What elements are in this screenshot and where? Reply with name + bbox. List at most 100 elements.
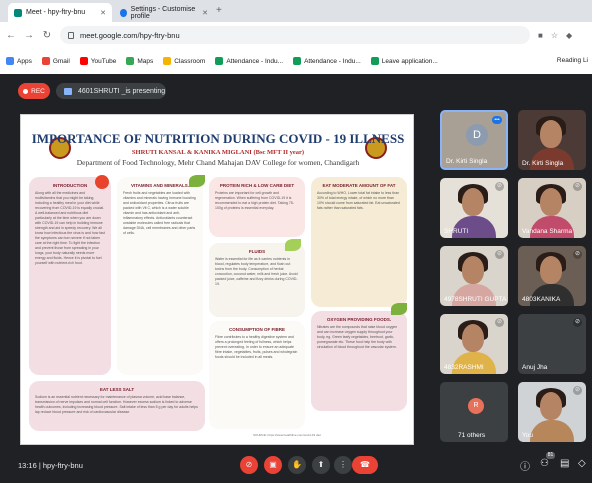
reload-icon[interactable]: ↻: [40, 30, 54, 41]
bookmark-maps[interactable]: Maps: [126, 57, 153, 65]
mic-off-icon: ⊘: [573, 318, 582, 327]
url-input[interactable]: meet.google.com/hpy-ftry-bnu: [60, 26, 530, 44]
address-bar: ← → ↻ meet.google.com/hpy-ftry-bnu ■ ☆ ◆: [0, 22, 592, 48]
reading-list-button[interactable]: Reading Li: [557, 57, 588, 64]
participant-tile[interactable]: ⊘ 4978SHRUTI GUPTA: [440, 246, 508, 306]
present-screen-icon: [64, 87, 72, 95]
section-text: Proteins are important for cell growth a…: [215, 191, 294, 210]
section-introduction: INTRODUCTION Along with all the medicine…: [29, 177, 111, 375]
browser-chrome: Meet - hpy-ftry-bnu ✕ Settings - Customi…: [0, 0, 592, 74]
forward-arrow-icon[interactable]: →: [22, 30, 36, 41]
apps-grid-icon: [6, 57, 14, 65]
sheets-icon: [370, 57, 379, 65]
participant-name: Anuj Jha: [522, 364, 548, 371]
mic-off-button[interactable]: ⊘: [240, 456, 258, 474]
presentation-slide: IMPORTANCE OF NUTRITION DURING COVID - 1…: [20, 114, 414, 445]
section-oxygen: OXYGEN PROVIDING FOODS. Nitrates are the…: [311, 311, 407, 411]
avatar: D: [466, 124, 488, 146]
participant-tile[interactable]: ⊘ 4832RASHMI: [440, 314, 508, 374]
section-title: EAT MODERATE AMOUNT OF FAT: [322, 183, 396, 188]
people-icon[interactable]: ⚇: [540, 458, 549, 469]
section-vitamins: VITAMINS AND MINERALS. Fresh fruits and …: [117, 177, 203, 375]
participant-name: 4978SHRUTI GUPTA: [444, 296, 507, 303]
section-title: EAT LESS SALT: [99, 387, 135, 392]
presenting-banner[interactable]: 4601SHRUTI _is presenting: [56, 83, 166, 99]
youtube-icon: [79, 57, 88, 65]
mic-off-icon: ⊘: [573, 386, 582, 395]
participant-name: You: [522, 432, 533, 439]
raise-hand-button[interactable]: ✋: [288, 456, 306, 474]
mic-off-icon: ⊘: [495, 250, 504, 259]
others-tile[interactable]: R 71 others: [440, 382, 508, 442]
info-icon[interactable]: ⓘ: [520, 458, 530, 473]
present-button[interactable]: ⬆: [312, 456, 330, 474]
camera-icon[interactable]: ■: [538, 31, 543, 40]
section-text: Water is essential for life as it carrie…: [215, 257, 298, 286]
participant-name: Vandana Sharma: [522, 228, 573, 235]
recording-badge: REC: [18, 83, 50, 99]
camera-off-button[interactable]: ▣: [264, 456, 282, 474]
activities-icon[interactable]: ◇: [578, 458, 586, 469]
participant-tile[interactable]: Dr. Kirti Singla: [518, 110, 586, 170]
mic-off-icon: ⊘: [573, 250, 582, 259]
bookmark-gmail[interactable]: Gmail: [41, 57, 70, 65]
section-text: Fresh fruits and vegetables are loaded w…: [123, 191, 196, 235]
chat-icon[interactable]: ▤: [560, 458, 569, 469]
lock-icon: [68, 31, 74, 39]
bookmark-attendance-2[interactable]: Attendance - Indu...: [293, 57, 361, 65]
section-title: OXYGEN PROVIDING FOODS.: [326, 317, 392, 322]
bookmarks-bar: Apps Gmail YouTube Maps Classroom Attend…: [0, 48, 592, 74]
tab-label: Meet - hpy-ftry-bnu: [26, 9, 86, 16]
participant-name: SHRUTI: [444, 228, 469, 235]
broccoli-icon: [391, 303, 407, 315]
self-tile[interactable]: ⊘ You: [518, 382, 586, 442]
close-tab-icon[interactable]: ✕: [100, 9, 106, 17]
bookmark-classroom[interactable]: Classroom: [163, 57, 205, 65]
mic-off-icon: ⊘: [495, 318, 504, 327]
url-text: meet.google.com/hpy-ftry-bnu: [80, 30, 180, 40]
meet-window: REC 4601SHRUTI _is presenting IMPORTANCE…: [0, 74, 592, 483]
tab-settings[interactable]: Settings - Customise profile ✕: [114, 3, 214, 22]
slide-authors: SHRUTI KANSAL & KANIKA MIGLANI (Bsc MFT …: [131, 149, 305, 156]
participants-count-badge: 81: [546, 452, 555, 459]
sheets-icon: [215, 57, 224, 65]
participant-tile[interactable]: D ••• Dr. Kirti Singla: [440, 110, 508, 170]
meet-favicon-icon: [14, 8, 22, 17]
more-options-button[interactable]: ⋮: [334, 456, 352, 474]
section-text: Sodium is an essential nutrient necessar…: [35, 395, 198, 414]
new-tab-button[interactable]: +: [216, 5, 222, 16]
star-icon[interactable]: ☆: [551, 31, 558, 40]
fruit-icon: [189, 175, 205, 187]
participant-tile[interactable]: ⊘ 4803KANIKA: [518, 246, 586, 306]
tab-strip: Meet - hpy-ftry-bnu ✕ Settings - Customi…: [0, 0, 592, 22]
slide-title: IMPORTANCE OF NUTRITION DURING COVID - 1…: [31, 131, 405, 146]
sheets-icon: [293, 57, 302, 65]
settings-gear-icon: [120, 8, 127, 17]
avatar: R: [468, 398, 484, 414]
tab-label: Settings - Customise profile: [130, 5, 196, 20]
bookmark-apps[interactable]: Apps: [6, 57, 32, 65]
participant-tile[interactable]: ⊘ SHRUTI: [440, 178, 508, 238]
participant-name: Dr. Kirti Singla: [446, 158, 488, 165]
more-options-icon[interactable]: •••: [492, 116, 502, 124]
close-tab-icon[interactable]: ✕: [202, 9, 208, 17]
bookmark-leave[interactable]: Leave application...: [370, 57, 438, 65]
section-protein: PROTEIN RICH & LOW CARB DIET Proteins ar…: [209, 177, 305, 237]
bookmark-youtube[interactable]: YouTube: [79, 57, 116, 65]
participant-tile[interactable]: ⊘ Vandana Sharma: [518, 178, 586, 238]
extension-icon[interactable]: ◆: [566, 31, 572, 40]
leave-call-button[interactable]: ☎: [352, 456, 378, 474]
back-arrow-icon[interactable]: ←: [4, 30, 18, 41]
others-count: 71 others: [458, 432, 486, 439]
classroom-icon: [163, 57, 172, 65]
participant-name: 4832RASHMI: [444, 364, 484, 371]
meeting-time-code: 13:16 | hpy-ftry-bnu: [18, 461, 83, 470]
section-fat: EAT MODERATE AMOUNT OF FAT According to …: [311, 177, 407, 307]
participant-name: Dr. Kirti Singla: [522, 160, 564, 167]
bottom-control-bar: 13:16 | hpy-ftry-bnu ⊘ ▣ ✋ ⬆ ⋮ ☎ ⓘ ⚇ 81 …: [0, 450, 592, 483]
tab-meet[interactable]: Meet - hpy-ftry-bnu ✕: [8, 3, 112, 22]
bookmark-attendance-1[interactable]: Attendance - Indu...: [215, 57, 283, 65]
section-fluids: FLUIDS Water is essential for life as it…: [209, 243, 305, 317]
section-text: According to WHO, Lower total fat intake…: [317, 191, 400, 210]
participant-tile[interactable]: ⊘ Anuj Jha: [518, 314, 586, 374]
